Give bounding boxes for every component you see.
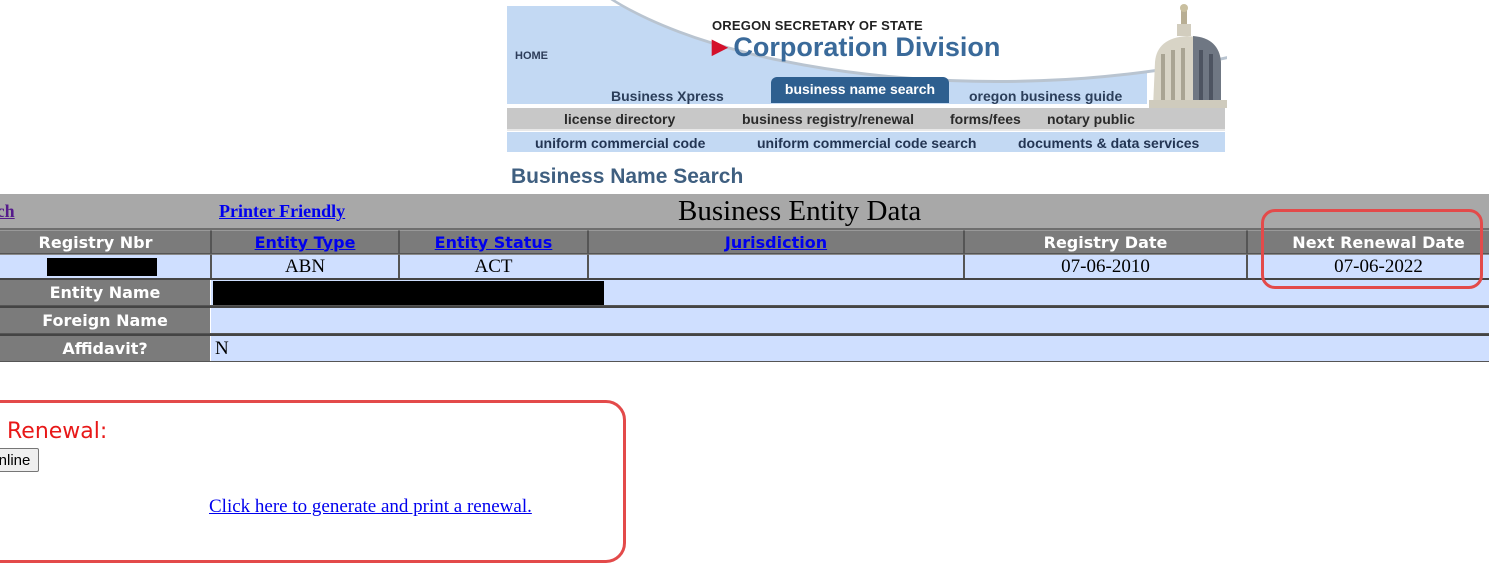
tab-business-name-search[interactable]: business name search [771,77,949,103]
division-title-text: Corporation Division [733,32,1001,62]
jurisdiction-sort-link[interactable]: Jurisdiction [725,233,827,252]
column-header-jurisdiction[interactable]: Jurisdiction [588,230,964,254]
entity-status-cell: ACT [399,254,588,279]
registry-date-cell: 07-06-2010 [964,254,1247,279]
annotation-box-renewal-date [1261,209,1483,289]
nav-forms-fees[interactable]: forms/fees [950,111,1021,127]
column-header-registry-nbr: Registry Nbr [0,230,211,254]
nav-uniform-commercial-code[interactable]: uniform commercial code [535,135,705,151]
agency-name: OREGON SECRETARY OF STATE [712,18,923,33]
foreign-name-row: Foreign Name [0,306,1489,334]
foreign-name-label: Foreign Name [0,308,210,333]
nav-ucc-search[interactable]: uniform commercial code search [757,135,976,151]
affidavit-label: Affidavit? [0,336,210,361]
column-header-entity-type[interactable]: Entity Type [211,230,399,254]
redacted-registry-nbr [46,258,157,277]
jurisdiction-cell [588,254,964,279]
entity-type-cell: ABN [211,254,399,279]
triangle-right-icon: ▶ [712,36,728,58]
page-title: Business Name Search [511,165,744,188]
nav-documents-data-services[interactable]: documents & data services [1018,135,1199,151]
entity-type-sort-link[interactable]: Entity Type [255,233,356,252]
tab-business-xpress[interactable]: Business Xpress [611,88,724,104]
column-header-registry-date: Registry Date [964,230,1247,254]
printer-friendly-link[interactable]: Printer Friendly [219,201,345,222]
column-header-entity-status[interactable]: Entity Status [399,230,588,254]
nav-notary-public[interactable]: notary public [1047,111,1135,127]
corporation-division-banner: HOME OREGON SECRETARY OF STATE ▶ Corporat… [507,0,1227,155]
entity-name-label: Entity Name [0,280,210,305]
home-link[interactable]: HOME [515,50,548,62]
capitol-dome-icon [1149,4,1227,108]
registry-nbr-cell [0,254,211,279]
redacted-entity-name [213,281,604,305]
tab-oregon-business-guide[interactable]: oregon business guide [969,88,1122,104]
foreign-name-value [211,308,1489,333]
division-title: ▶ Corporation Division [712,32,1000,63]
nav-business-registry-renewal[interactable]: business registry/renewal [742,111,914,127]
annotation-box-renewal-section [0,400,626,563]
search-link[interactable]: arch [0,201,15,222]
entity-status-sort-link[interactable]: Entity Status [435,233,553,252]
section-title: Business Entity Data [678,195,922,227]
affidavit-value: N [211,336,1489,361]
affidavit-row: Affidavit? N [0,334,1489,362]
nav-license-directory[interactable]: license directory [564,111,675,127]
